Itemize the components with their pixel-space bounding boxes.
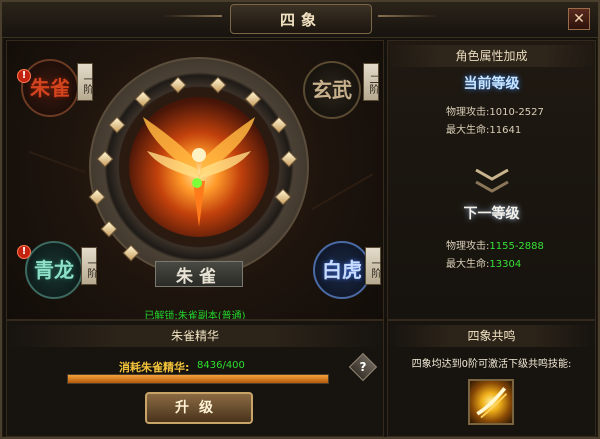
current-hp-label: 最大生命: bbox=[446, 125, 490, 136]
title-bar: 四象 ✕ bbox=[2, 2, 598, 38]
chevron-down-icon bbox=[475, 169, 509, 181]
alert-icon: ! bbox=[17, 69, 31, 83]
beast-name-black-tortoise: 玄武 bbox=[312, 78, 352, 102]
title-plate: 四象 bbox=[230, 4, 372, 34]
resonance-header: 四象共鸣 bbox=[388, 325, 595, 347]
unlock-status: 已解锁:朱雀副本(普通) bbox=[7, 307, 383, 320]
ground-crack bbox=[28, 150, 86, 174]
essence-consume-label: 消耗朱雀精华: bbox=[119, 361, 190, 374]
alert-icon: ! bbox=[17, 245, 31, 259]
beast-vermilion-bird[interactable]: 朱雀 bbox=[21, 59, 79, 117]
essence-header: 朱雀精华 bbox=[7, 325, 383, 347]
next-level-title: 下一等级 bbox=[463, 206, 520, 222]
center-beast-name-plate: 朱雀 bbox=[155, 261, 243, 287]
golden-slash-skill-icon[interactable] bbox=[468, 379, 514, 425]
attributes-header: 角色属性加成 bbox=[388, 45, 595, 67]
beast-name-vermilion-bird: 朱雀 bbox=[30, 76, 70, 100]
beast-black-tortoise[interactable]: 玄武 bbox=[303, 61, 361, 119]
beast-wheel-panel: 朱雀 已解锁:朱雀副本(普通) 朱雀 一阶 ! 玄武 二阶 青龙 一阶 ! 白虎… bbox=[6, 40, 384, 320]
phoenix-icon bbox=[143, 117, 255, 227]
title-ornament-right bbox=[378, 15, 438, 17]
current-attack-stat: 物理攻击:1010-2527 bbox=[446, 103, 544, 118]
resonance-description: 四象均达到0阶可激活下级共鸣技能: bbox=[411, 359, 572, 370]
current-hp-stat: 最大生命:11641 bbox=[446, 121, 521, 136]
tier-badge-black-tortoise: 二阶 bbox=[363, 63, 379, 101]
essence-consume-value: 8436/400 bbox=[197, 360, 245, 371]
beast-white-tiger[interactable]: 白虎 bbox=[313, 241, 371, 299]
four-symbols-window: 四象 ✕ 朱雀 已解锁:朱雀副本(普通) 朱雀 一阶 ! 玄武 二阶 青龙 一阶… bbox=[0, 0, 600, 439]
resonance-panel: 四象共鸣 四象均达到0阶可激活下级共鸣技能: bbox=[387, 320, 596, 437]
vermilion-bird-emblem[interactable] bbox=[129, 97, 269, 237]
close-button[interactable]: ✕ bbox=[568, 8, 590, 30]
next-attack-label: 物理攻击: bbox=[446, 241, 490, 252]
tier-badge-white-tiger: 一阶 bbox=[365, 247, 381, 285]
current-attack-value: 1010-2527 bbox=[489, 107, 544, 118]
center-beast-name: 朱雀 bbox=[176, 266, 222, 287]
next-attack-stat: 物理攻击:1155-2888 bbox=[446, 237, 544, 252]
ground-crack bbox=[311, 173, 373, 211]
tier-badge-azure-dragon: 一阶 bbox=[81, 247, 97, 285]
essence-panel: 朱雀精华 消耗朱雀精华: 8436/400 ? 升级 bbox=[6, 320, 384, 437]
beast-name-azure-dragon: 青龙 bbox=[34, 258, 74, 282]
attributes-panel: 角色属性加成 当前等级 物理攻击:1010-2527 最大生命:11641 下一… bbox=[387, 40, 596, 320]
current-attack-label: 物理攻击: bbox=[446, 107, 490, 118]
current-level-title: 当前等级 bbox=[463, 76, 520, 92]
beast-azure-dragon[interactable]: 青龙 bbox=[25, 241, 83, 299]
symbol-wheel bbox=[89, 57, 309, 277]
next-hp-stat: 最大生命:13304 bbox=[446, 255, 521, 270]
current-hp-value: 11641 bbox=[489, 125, 522, 136]
help-button[interactable]: ? bbox=[348, 352, 378, 382]
next-attack-value: 1155-2888 bbox=[489, 241, 544, 252]
title-ornament-left bbox=[162, 15, 222, 17]
essence-progress-fill bbox=[68, 375, 328, 383]
upgrade-button[interactable]: 升级 bbox=[145, 392, 253, 424]
window-title: 四象 bbox=[279, 10, 322, 29]
essence-progress-bar bbox=[67, 374, 329, 384]
beast-name-white-tiger: 白虎 bbox=[322, 258, 362, 282]
slash-icon bbox=[476, 387, 508, 419]
next-hp-label: 最大生命: bbox=[446, 259, 490, 270]
next-hp-value: 13304 bbox=[489, 259, 522, 270]
help-icon: ? bbox=[359, 360, 367, 374]
unlock-dungeon-link[interactable]: 朱雀副本(普通) bbox=[178, 311, 246, 319]
unlock-prefix: 已解锁: bbox=[144, 311, 178, 320]
tier-badge-vermilion-bird: 一阶 bbox=[77, 63, 93, 101]
chevron-down-icon bbox=[475, 181, 509, 193]
